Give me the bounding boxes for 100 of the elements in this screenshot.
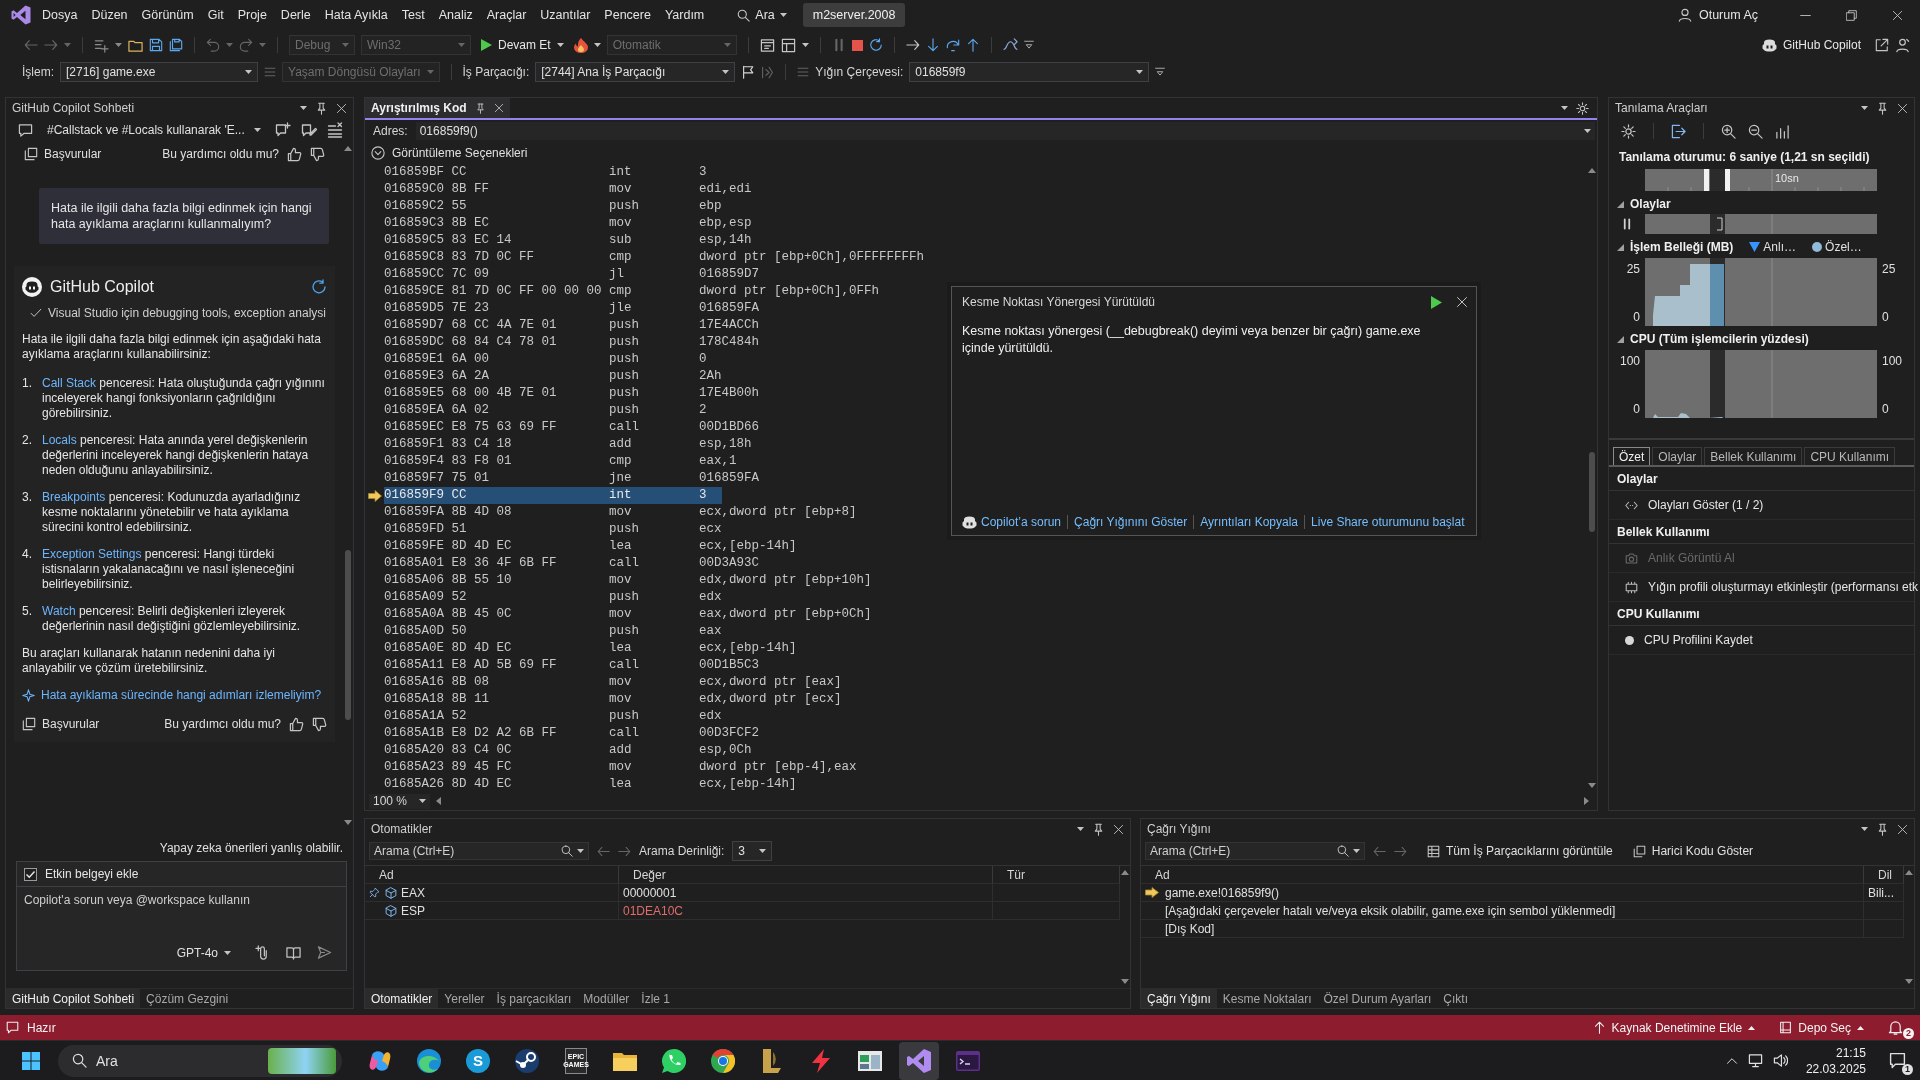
- popup-link[interactable]: Live Share oturumunu başlat: [1304, 515, 1471, 529]
- pin-icon[interactable]: [1876, 101, 1889, 115]
- stop-square-icon[interactable]: [851, 39, 863, 51]
- close-icon[interactable]: [1897, 823, 1908, 835]
- caret-icon[interactable]: [224, 950, 231, 955]
- link[interactable]: Locals: [42, 433, 77, 447]
- monitor-icon[interactable]: [1747, 1053, 1763, 1068]
- menu-item[interactable]: Yardım: [657, 4, 712, 26]
- caret-icon[interactable]: [801, 43, 809, 47]
- caret-icon[interactable]: [759, 849, 767, 853]
- close-icon[interactable]: [1891, 9, 1903, 21]
- window-menu-caret-icon[interactable]: [300, 106, 307, 110]
- undo-icon[interactable]: [206, 38, 220, 52]
- caret-icon[interactable]: [556, 43, 564, 47]
- taskbar-app-button[interactable]: [899, 1041, 939, 1080]
- show-all-threads-button[interactable]: Tüm İş Parçacıklarını görüntüle: [1427, 844, 1613, 858]
- flag-icon[interactable]: [741, 65, 756, 79]
- search-field[interactable]: Arama (Ctrl+E): [1145, 842, 1365, 860]
- panel-tab[interactable]: Modüller: [577, 989, 636, 1008]
- view-options-toggle[interactable]: Görüntüleme Seçenekleri: [371, 146, 528, 160]
- triangle-icon[interactable]: [1617, 335, 1624, 343]
- caret-icon[interactable]: [593, 43, 601, 47]
- share-icon[interactable]: [1875, 38, 1889, 52]
- panel-tab[interactable]: Çıktı: [1437, 989, 1474, 1008]
- menu-item[interactable]: Dosya: [35, 4, 85, 26]
- document-tab[interactable]: Ayrıştırılmış Kod: [365, 98, 510, 118]
- popup-link[interactable]: Çağrı Yığınını Göster: [1067, 515, 1194, 529]
- chat-pencil-icon[interactable]: [301, 122, 317, 138]
- pages-icon[interactable]: [24, 147, 38, 161]
- person-icon[interactable]: [1677, 8, 1692, 22]
- window-menu-caret-icon[interactable]: [1861, 106, 1868, 110]
- pin-icon[interactable]: [474, 102, 486, 114]
- menu-item[interactable]: Git: [200, 4, 231, 26]
- crest-app-icon[interactable]: [761, 1048, 783, 1073]
- scroll-down-icon[interactable]: [1121, 979, 1129, 984]
- scroll-up-icon[interactable]: [344, 146, 352, 151]
- show-external-code-button[interactable]: Harici Kodu Göster: [1632, 844, 1754, 858]
- notebook-icon[interactable]: [1779, 1021, 1793, 1034]
- stack-frame-dropdown[interactable]: 016859f9: [909, 62, 1150, 82]
- summary-tab[interactable]: Bellek Kullanımı: [1704, 447, 1803, 465]
- bot-face-icon[interactable]: [962, 515, 977, 529]
- scrollbar-thumb[interactable]: [345, 550, 351, 720]
- paperclip-plus-icon[interactable]: [255, 945, 270, 960]
- summary-tab[interactable]: Özet: [1613, 447, 1651, 465]
- scroll-left-icon[interactable]: [436, 797, 442, 805]
- forward-arrow-icon[interactable]: [618, 844, 631, 858]
- caret-icon[interactable]: [115, 43, 122, 47]
- action-link[interactable]: CPU Profilini Kaydet: [1644, 633, 1753, 647]
- search-icon[interactable]: [737, 8, 751, 22]
- address-field[interactable]: 016859f9(): [415, 122, 1595, 140]
- search-highlight-picture[interactable]: [268, 1047, 336, 1074]
- search-field[interactable]: Arama (Ctrl+E): [369, 842, 589, 860]
- curve-arrow-icon[interactable]: [1002, 37, 1018, 53]
- caret-icon[interactable]: [245, 70, 252, 74]
- pin-icon[interactable]: [1876, 822, 1889, 836]
- panel-tab[interactable]: Özel Durum Ayarları: [1317, 989, 1438, 1008]
- save-all-icon[interactable]: [169, 38, 183, 52]
- column-header[interactable]: Ad: [1141, 866, 1864, 883]
- triangle-icon[interactable]: [1617, 243, 1624, 251]
- menu-item[interactable]: Uzantılar: [533, 4, 598, 26]
- clock-date[interactable]: 22.03.2025: [1805, 1060, 1866, 1077]
- camera-icon[interactable]: [1625, 551, 1638, 565]
- terminal-app-icon[interactable]: [956, 1050, 980, 1071]
- add-to-source-control-button[interactable]: Kaynak Denetimine Ekle: [1592, 1020, 1756, 1035]
- link[interactable]: Exception Settings: [42, 547, 142, 561]
- forward-arrow-icon[interactable]: [44, 38, 58, 52]
- grid-icon[interactable]: [1427, 844, 1440, 858]
- thumbs-up-icon[interactable]: [289, 716, 304, 732]
- play-icon[interactable]: [481, 39, 492, 51]
- wave-app-icon[interactable]: [417, 1048, 441, 1073]
- thumbs-down-icon[interactable]: [310, 146, 325, 162]
- up-arrow-icon[interactable]: [965, 38, 980, 52]
- settings-icon[interactable]: [1576, 101, 1589, 115]
- folder-app-icon[interactable]: [613, 1050, 637, 1071]
- up-arrow-icon[interactable]: [1592, 1021, 1606, 1034]
- back-arrow-icon[interactable]: [1373, 844, 1386, 858]
- sign-in-button[interactable]: Oturum Aç: [1677, 8, 1758, 22]
- caret-up-icon[interactable]: [1857, 1025, 1864, 1030]
- back-arrow-icon[interactable]: [24, 38, 38, 52]
- panel-tab[interactable]: Otomatikler: [365, 989, 439, 1008]
- four-squares-logo-icon[interactable]: [22, 1051, 40, 1070]
- menu-item[interactable]: Görünüm: [134, 4, 201, 26]
- menu-item[interactable]: Düzen: [84, 4, 135, 26]
- swirl-app-icon[interactable]: [368, 1048, 392, 1073]
- scroll-down-icon[interactable]: [1588, 783, 1596, 788]
- menu-item[interactable]: Analiz: [431, 4, 480, 26]
- scroll-up-icon[interactable]: [1121, 870, 1129, 875]
- close-icon[interactable]: [1897, 102, 1908, 114]
- caret-icon[interactable]: [254, 128, 261, 132]
- search-button[interactable]: Ara: [731, 5, 793, 25]
- thread-dropdown[interactable]: [2744] Ana İş Parçacığı: [535, 62, 736, 82]
- layout-icon[interactable]: [780, 37, 796, 53]
- scroll-down-icon[interactable]: [344, 820, 352, 825]
- speaker-icon[interactable]: [1772, 1053, 1788, 1068]
- ask-copilot-link[interactable]: Copilot’a sorun: [962, 515, 1068, 529]
- book-icon[interactable]: [286, 945, 301, 960]
- window-app-icon[interactable]: [858, 1050, 882, 1071]
- column-header[interactable]: Ad: [365, 866, 619, 883]
- right-arrow-icon[interactable]: [905, 38, 920, 52]
- triangle-icon[interactable]: [1617, 200, 1624, 208]
